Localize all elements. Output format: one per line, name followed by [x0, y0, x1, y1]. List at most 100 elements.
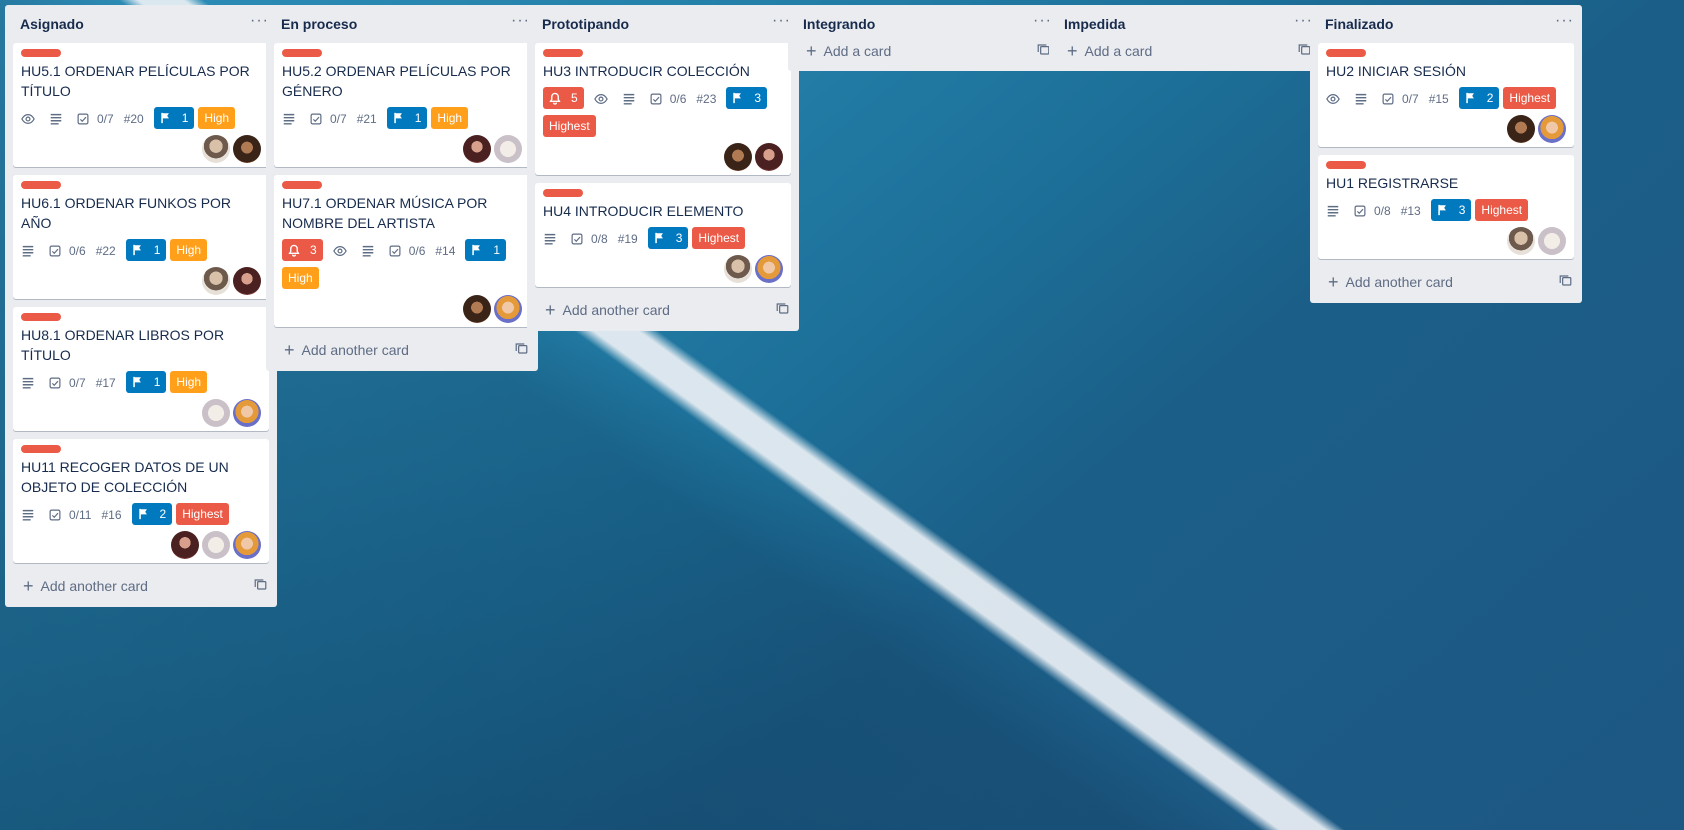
checklist-badge: 0/6	[650, 87, 686, 111]
list-title[interactable]: En proceso	[281, 16, 357, 32]
list-title[interactable]: Prototipando	[542, 16, 629, 32]
plus-icon: +	[1067, 41, 1078, 61]
card-label-red[interactable]	[21, 181, 61, 189]
list-header: Prototipando ···	[527, 5, 799, 43]
card-label-red[interactable]	[543, 49, 583, 57]
card-container: HU5.2 ORDENAR PELÍCULAS POR GÉNERO 0/7 #21…	[266, 43, 538, 327]
checklist-badge: 0/7	[77, 107, 114, 131]
description-icon	[1354, 87, 1372, 111]
member-avatar[interactable]	[202, 399, 230, 427]
priority-badge: Highest	[1503, 87, 1557, 109]
add-card-row: + Add another card	[527, 295, 799, 325]
member-avatar[interactable]	[202, 135, 230, 163]
card-container: HU5.1 ORDENAR PELÍCULAS POR TÍTULO 0/7 #20…	[5, 43, 277, 563]
bell-icon	[549, 92, 566, 105]
member-avatar[interactable]	[233, 135, 261, 163]
member-avatar[interactable]	[755, 143, 783, 171]
card[interactable]: HU8.1 ORDENAR LIBROS POR TÍTULO 0/7 #17 1 Hi…	[13, 307, 269, 431]
member-avatar[interactable]	[463, 295, 491, 323]
add-card-label: Add another card	[1345, 274, 1453, 290]
checklist-count: 0/6	[69, 244, 86, 258]
card-number: #13	[1400, 204, 1421, 218]
add-card-button[interactable]: + Add another card	[284, 340, 409, 360]
priority-badge: High	[170, 371, 208, 393]
member-avatar[interactable]	[202, 531, 230, 559]
member-avatar[interactable]	[494, 295, 522, 323]
create-from-template-icon[interactable]	[515, 342, 528, 358]
flag-icon	[393, 112, 409, 124]
card[interactable]: HU4 INTRODUCIR ELEMENTO 0/8 #19 3 Highest	[535, 183, 791, 287]
checkbox-icon	[49, 509, 65, 521]
checkbox-icon	[571, 233, 587, 245]
member-avatar[interactable]	[1538, 115, 1566, 143]
list-3: Integrando ··· + Add a card	[788, 5, 1060, 71]
card-label-red[interactable]	[543, 189, 583, 197]
add-card-label: Add a card	[823, 43, 892, 59]
card[interactable]: HU5.2 ORDENAR PELÍCULAS POR GÉNERO 0/7 #21…	[274, 43, 530, 167]
story-points: 3	[675, 231, 683, 245]
card-members	[21, 267, 261, 295]
create-from-template-icon[interactable]	[776, 302, 789, 318]
member-avatar[interactable]	[233, 399, 261, 427]
card-label-red[interactable]	[21, 313, 61, 321]
checklist-count: 0/8	[591, 232, 608, 246]
member-avatar[interactable]	[755, 255, 783, 283]
member-avatar[interactable]	[1538, 227, 1566, 255]
card-label-red[interactable]	[21, 49, 61, 57]
member-avatar[interactable]	[1507, 227, 1535, 255]
card[interactable]: HU1 REGISTRARSE 0/8 #13 3 Highest	[1318, 155, 1574, 259]
list-title[interactable]: Finalizado	[1325, 16, 1393, 32]
card[interactable]: HU2 INICIAR SESIÓN 0/7 #15 2 Highest	[1318, 43, 1574, 147]
list-title[interactable]: Impedida	[1064, 16, 1125, 32]
card[interactable]: HU11 RECOGER DATOS DE UN OBJETO DE COLEC…	[13, 439, 269, 563]
card-members	[282, 295, 522, 323]
priority-badge: High	[198, 107, 236, 129]
priority-badge: High	[282, 267, 319, 289]
member-avatar[interactable]	[171, 531, 199, 559]
add-card-row: + Add another card	[1310, 267, 1582, 297]
list-5: Finalizado ··· HU2 INICIAR SESIÓN 0/7 #15 2 Hi…	[1310, 5, 1582, 303]
card-badges: 0/7 #15 2 Highest	[1326, 85, 1566, 113]
flag-icon	[654, 232, 670, 244]
checklist-badge: 0/7	[1382, 87, 1419, 111]
priority-badge: High	[431, 107, 469, 129]
checkbox-icon	[77, 113, 93, 125]
plus-icon: +	[284, 340, 295, 360]
list-menu-button[interactable]: ···	[1555, 13, 1574, 32]
flag-icon	[138, 508, 154, 520]
card[interactable]: HU6.1 ORDENAR FUNKOS POR AÑO 0/6 #22 1 High	[13, 175, 269, 299]
priority-badge: High	[170, 239, 208, 261]
list-header: Finalizado ···	[1310, 5, 1582, 43]
card-badges: 0/7 #21 1 High	[282, 105, 522, 133]
card-label-red[interactable]	[282, 49, 322, 57]
checklist-count: 0/7	[69, 376, 86, 390]
add-card-button[interactable]: + Add another card	[545, 301, 670, 319]
card[interactable]: HU3 INTRODUCIR COLECCIÓN 5 0/6 #23 3 Highest	[535, 43, 791, 175]
add-card-button[interactable]: + Add a card	[1067, 41, 1152, 61]
member-avatar[interactable]	[724, 255, 752, 283]
add-card-button[interactable]: + Add another card	[23, 577, 148, 595]
card[interactable]: HU5.1 ORDENAR PELÍCULAS POR TÍTULO 0/7 #20…	[13, 43, 269, 167]
checklist-badge: 0/6	[389, 239, 425, 263]
card-label-red[interactable]	[1326, 161, 1366, 169]
card-label-red[interactable]	[21, 445, 61, 453]
list-title[interactable]: Integrando	[803, 16, 875, 32]
member-avatar[interactable]	[724, 143, 752, 171]
add-card-button[interactable]: + Add another card	[1328, 273, 1453, 291]
create-from-template-icon[interactable]	[1559, 274, 1572, 290]
add-card-button[interactable]: + Add a card	[806, 41, 892, 61]
list-title[interactable]: Asignado	[20, 16, 84, 32]
card[interactable]: HU7.1 ORDENAR MÚSICA POR NOMBRE DEL ARTI…	[274, 175, 530, 327]
create-from-template-icon[interactable]	[254, 578, 267, 594]
member-avatar[interactable]	[233, 267, 261, 295]
member-avatar[interactable]	[494, 135, 522, 163]
card-title: HU1 REGISTRARSE	[1326, 175, 1459, 191]
card-label-red[interactable]	[282, 181, 322, 189]
member-avatar[interactable]	[1507, 115, 1535, 143]
card-label-red[interactable]	[1326, 49, 1366, 57]
member-avatar[interactable]	[202, 267, 230, 295]
member-avatar[interactable]	[233, 531, 261, 559]
story-points-badge: 2	[131, 503, 173, 525]
member-avatar[interactable]	[463, 135, 491, 163]
plus-icon: +	[806, 41, 817, 61]
